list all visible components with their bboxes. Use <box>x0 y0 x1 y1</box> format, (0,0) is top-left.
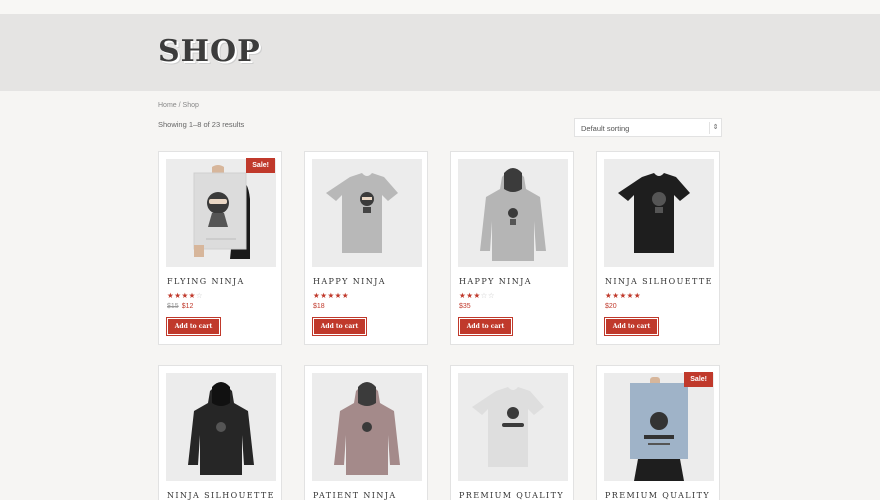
sorting-select[interactable]: Default sorting ⇕ <box>574 118 722 137</box>
product-title[interactable]: Patient Ninja <box>313 491 397 500</box>
product-title[interactable]: Flying Ninja <box>167 277 245 286</box>
product-card[interactable]: Ninja Silhouette ★★★★★ $20 Add to cart <box>596 151 720 345</box>
sale-price: $12 <box>181 303 194 310</box>
sale-badge: Sale! <box>246 158 275 173</box>
result-count: Showing 1–8 of 23 results <box>158 120 245 129</box>
breadcrumb-home-link[interactable]: Home <box>158 102 177 109</box>
product-image-poster[interactable] <box>166 159 276 267</box>
product-title[interactable]: Ninja Silhouette <box>605 277 713 286</box>
product-title[interactable]: Premium Quality <box>459 491 564 500</box>
product-card[interactable]: Sale! Flying Ninja ★★★★☆ $15 $12 Add to c… <box>158 151 282 345</box>
product-image-tshirt[interactable] <box>604 159 714 267</box>
page-title: SHOP <box>158 34 261 69</box>
product-image-tshirt[interactable] <box>312 159 422 267</box>
breadcrumb-current: Shop <box>182 102 199 109</box>
product-image-hoodie[interactable] <box>312 373 422 481</box>
product-card[interactable]: Premium Quality <box>450 365 574 500</box>
top-strip <box>0 0 880 14</box>
star-rating: ★★★★☆ <box>167 291 204 300</box>
product-card[interactable]: Sale! Premium Quality <box>596 365 720 500</box>
product-card[interactable]: Happy Ninja ★★★★★ $18 Add to cart <box>304 151 428 345</box>
sorting-selected-value: Default sorting <box>581 124 630 133</box>
product-card[interactable]: Patient Ninja <box>304 365 428 500</box>
star-rating: ★★★★★ <box>605 291 642 300</box>
add-to-cart-button[interactable]: Add to cart <box>605 318 658 335</box>
breadcrumb: Home / Shop <box>158 102 199 109</box>
page-header: SHOP <box>0 14 880 91</box>
product-image-tshirt[interactable] <box>458 373 568 481</box>
product-title[interactable]: Ninja Silhouette <box>167 491 275 500</box>
product-card[interactable]: Happy Ninja ★★★☆☆ $35 Add to cart <box>450 151 574 345</box>
product-image-hoodie[interactable] <box>166 373 276 481</box>
product-image-hoodie[interactable] <box>458 159 568 267</box>
product-title[interactable]: Happy Ninja <box>313 277 386 286</box>
product-title[interactable]: Premium Quality <box>605 491 710 500</box>
star-rating: ★★★☆☆ <box>459 291 496 300</box>
add-to-cart-button[interactable]: Add to cart <box>459 318 512 335</box>
sale-badge: Sale! <box>684 372 713 387</box>
product-price: $18 <box>313 303 325 310</box>
product-price: $20 <box>605 303 617 310</box>
product-image-poster[interactable] <box>604 373 714 481</box>
product-card[interactable]: Ninja Silhouette <box>158 365 282 500</box>
product-price: $15 $12 <box>167 303 193 310</box>
star-rating: ★★★★★ <box>313 291 350 300</box>
add-to-cart-button[interactable]: Add to cart <box>313 318 366 335</box>
old-price: $15 <box>167 303 179 310</box>
select-arrows-icon: ⇕ <box>709 122 721 134</box>
product-price: $35 <box>459 303 471 310</box>
product-title[interactable]: Happy Ninja <box>459 277 532 286</box>
add-to-cart-button[interactable]: Add to cart <box>167 318 220 335</box>
